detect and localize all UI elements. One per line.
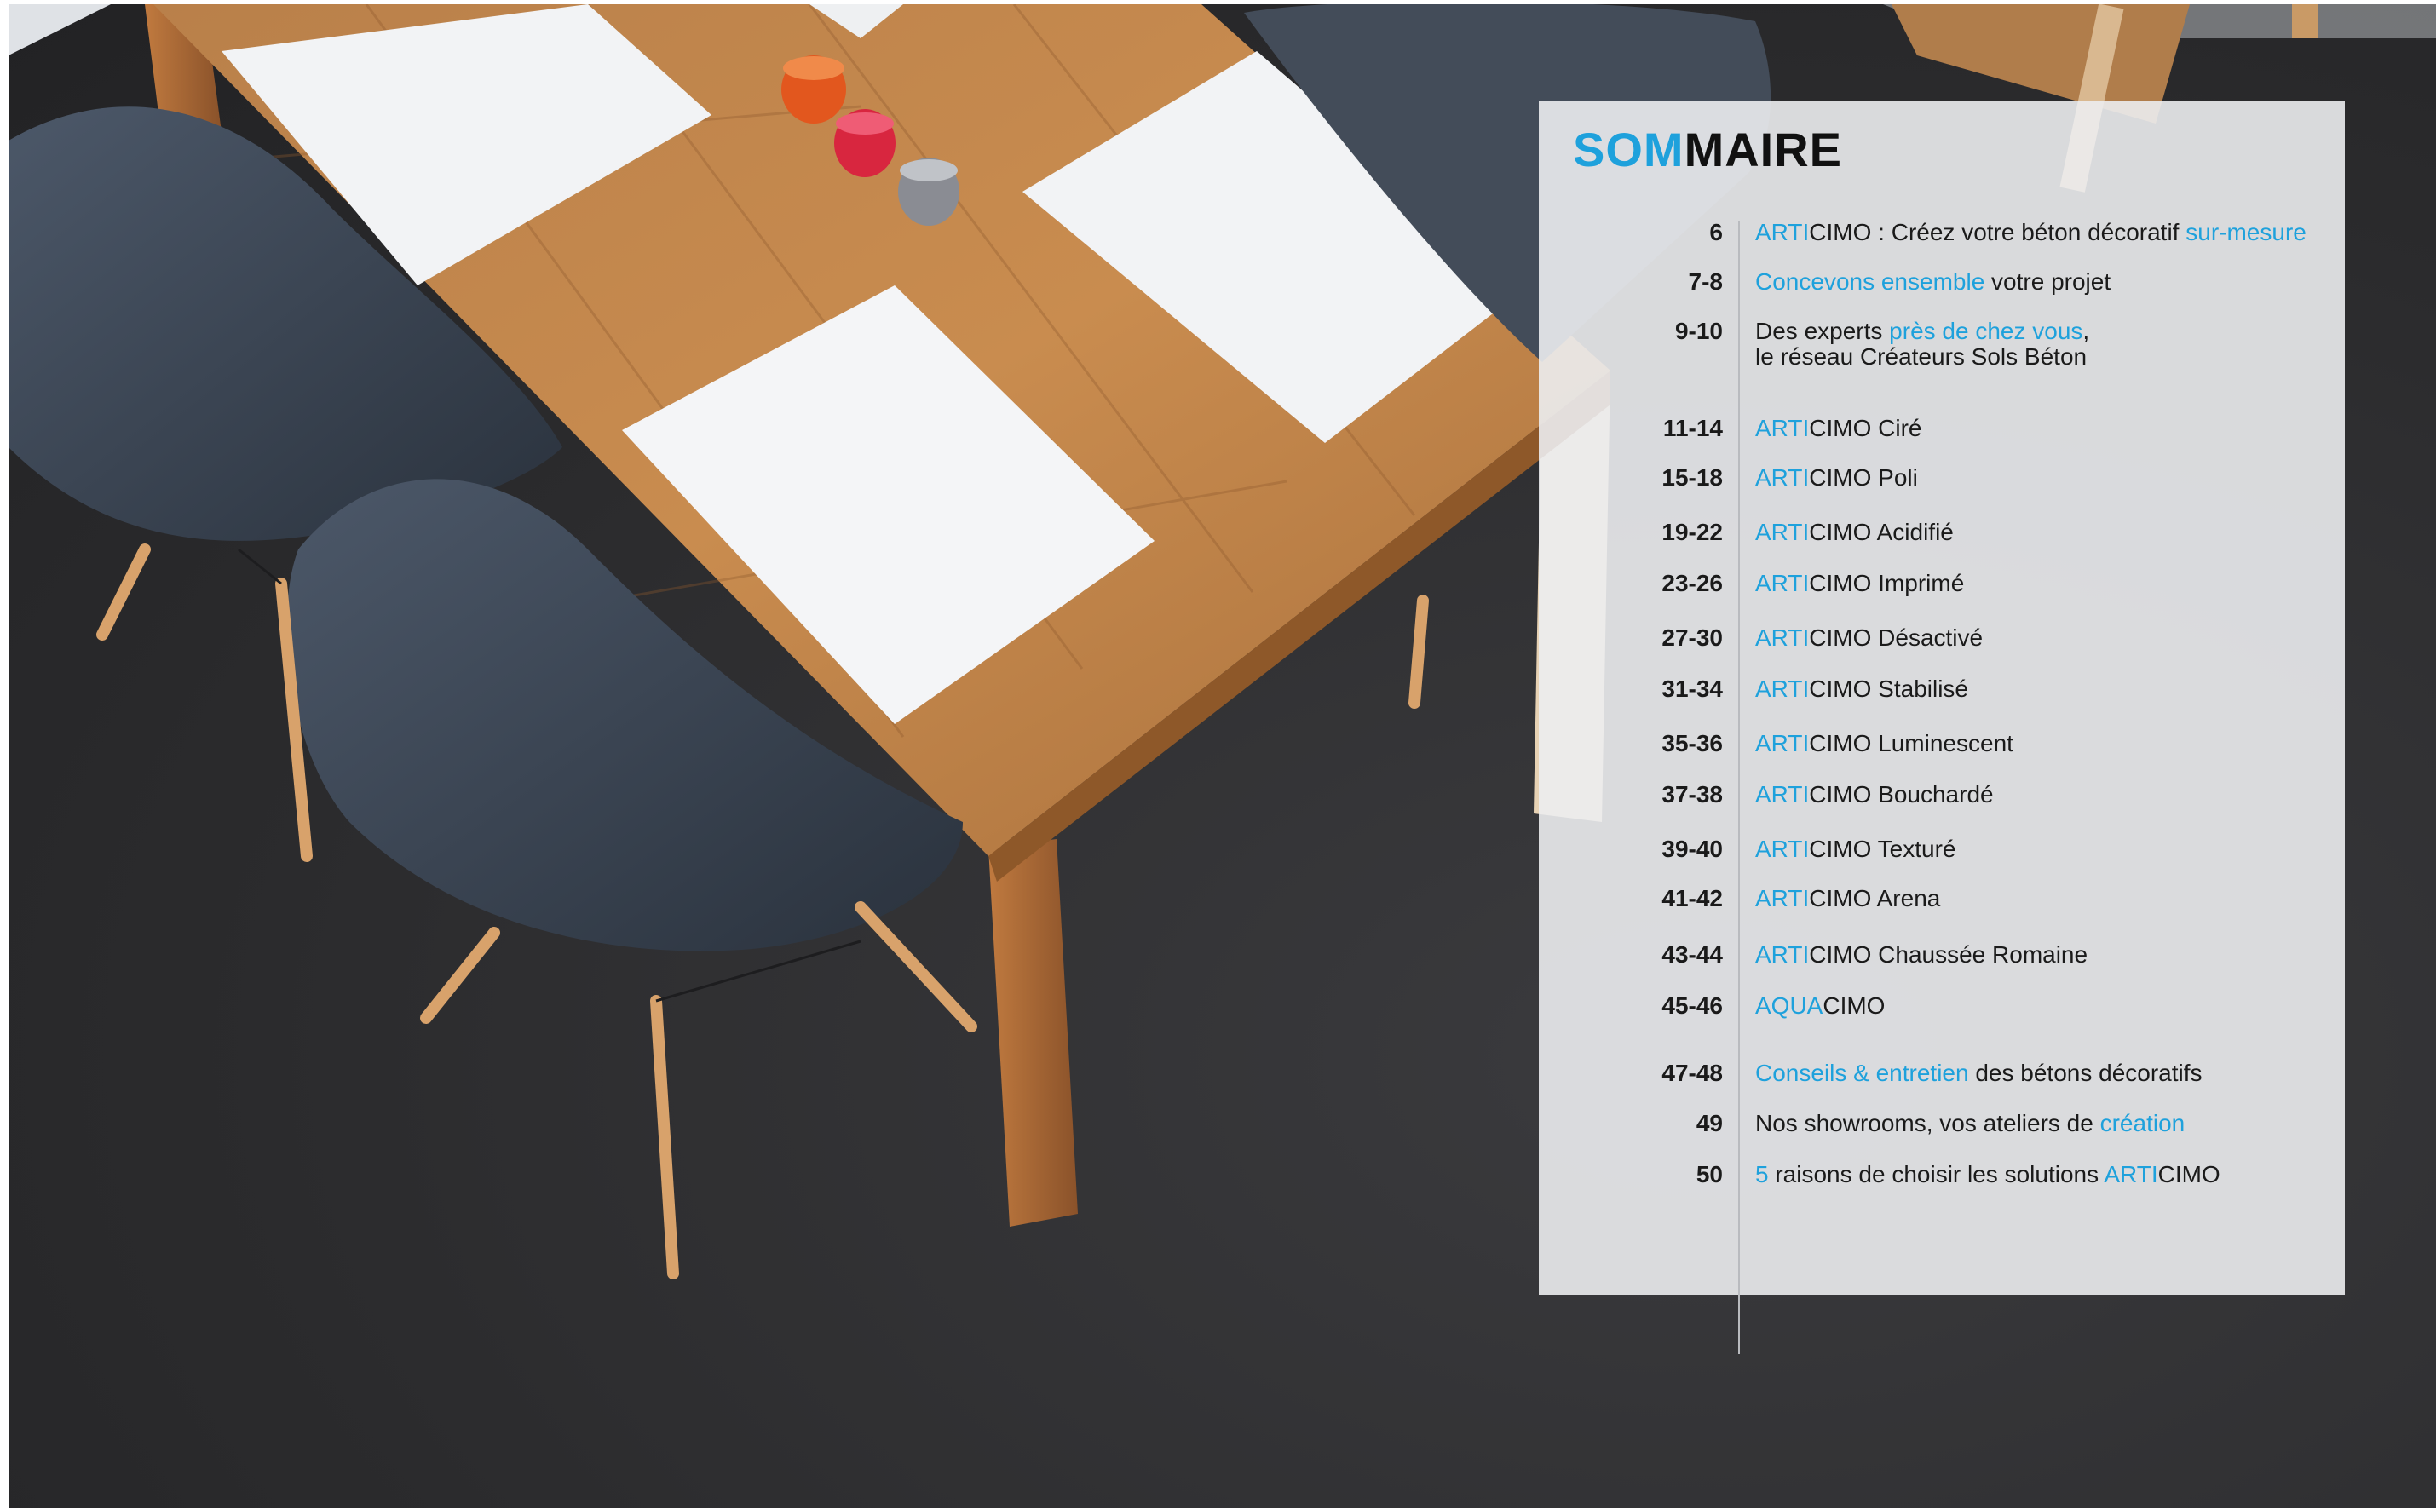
toc-text: CIMO Stabilisé xyxy=(1809,676,1968,702)
toc-text: , xyxy=(2082,318,2090,344)
toc-entry-title: ARTICIMO Bouchardé xyxy=(1755,782,2335,808)
toc-page-number: 19-22 xyxy=(1661,519,1723,545)
toc-accent-text: AQUA xyxy=(1755,992,1823,1019)
toc-text: CIMO Bouchardé xyxy=(1809,781,1994,808)
toc-page-number: 43-44 xyxy=(1661,941,1723,968)
toc-page-number: 37-38 xyxy=(1661,781,1723,808)
toc-accent-text: ARTI xyxy=(1755,415,1810,441)
toc-accent-text: ARTI xyxy=(1755,676,1810,702)
toc-entry-title: ARTICIMO : Créez votre béton décoratif s… xyxy=(1755,220,2335,245)
toc-text: Des experts xyxy=(1755,318,1890,344)
toc-text: CIMO Ciré xyxy=(1809,415,1922,441)
toc-text: votre projet xyxy=(1984,268,2111,295)
title-accent: SOM xyxy=(1573,123,1684,176)
toc-text: CIMO xyxy=(2157,1161,2220,1187)
toc-entry-title: ARTICIMO Acidifié xyxy=(1755,520,2335,545)
toc-accent-text: près de chez vous xyxy=(1889,318,2083,344)
toc-entry-title: ARTICIMO Chaussée Romaine xyxy=(1755,942,2335,968)
toc-accent-text: ARTI xyxy=(1755,519,1810,545)
toc-entry-title: ARTICIMO Imprimé xyxy=(1755,571,2335,596)
vertical-divider xyxy=(1738,221,1740,1354)
toc-text: CIMO Texturé xyxy=(1809,836,1956,862)
toc-text: CIMO Imprimé xyxy=(1809,570,1965,596)
toc-page-number: 39-40 xyxy=(1661,836,1723,862)
toc-text: Nos showrooms, vos ateliers de xyxy=(1755,1110,2100,1136)
toc-accent-text: ARTI xyxy=(1755,219,1810,245)
toc-entry-title: ARTICIMO Texturé xyxy=(1755,836,2335,862)
toc-accent-text: ARTI xyxy=(1755,941,1810,968)
toc-text: raisons de choisir les solutions xyxy=(1768,1161,2105,1187)
toc-accent-text: ARTI xyxy=(1755,781,1810,808)
brochure-page: SOMMAIRE 6 ARTICIMO : Créez votre béton d… xyxy=(0,0,2436,1512)
toc-entry-title: Conseils & entretien des bétons décorati… xyxy=(1755,1061,2335,1086)
toc-page-number: 50 xyxy=(1696,1161,1723,1187)
toc-page-number: 6 xyxy=(1709,219,1723,245)
toc-page-number: 45-46 xyxy=(1661,992,1723,1019)
toc-page-number: 9-10 xyxy=(1674,318,1723,344)
toc-accent-text: ARTI xyxy=(1755,624,1810,651)
toc-text: CIMO Désactivé xyxy=(1809,624,1984,651)
toc-accent-text: ARTI xyxy=(1755,836,1810,862)
toc-entry-title: ARTICIMO Arena xyxy=(1755,886,2335,911)
toc-text: CIMO Chaussée Romaine xyxy=(1809,941,2088,968)
sommaire-panel: SOMMAIRE 6 ARTICIMO : Créez votre béton d… xyxy=(1539,101,2345,1354)
toc-text: CIMO : Créez votre béton décoratif xyxy=(1809,219,2186,245)
toc-accent-text: Concevons ensemble xyxy=(1755,268,1985,295)
toc-page-number: 7-8 xyxy=(1688,268,1723,295)
title-rest: MAIRE xyxy=(1684,123,1843,176)
toc-entry-title: 5 raisons de choisir les solutions ARTIC… xyxy=(1755,1162,2335,1187)
toc-entry-title: ARTICIMO Désactivé xyxy=(1755,625,2335,651)
toc-text: CIMO Poli xyxy=(1809,464,1918,491)
toc-text-line2: le réseau Créateurs Sols Béton xyxy=(1755,343,2088,370)
toc-page-number: 27-30 xyxy=(1661,624,1723,651)
toc-page-number: 41-42 xyxy=(1661,885,1723,911)
toc-entry-title: Concevons ensemble votre projet xyxy=(1755,269,2335,295)
toc-page-number: 31-34 xyxy=(1661,676,1723,702)
toc-accent-text: ARTI xyxy=(2104,1161,2158,1187)
toc-entry-title: AQUACIMO xyxy=(1755,993,2335,1019)
toc-entry-title: ARTICIMO Stabilisé xyxy=(1755,676,2335,702)
toc-text: des bétons décoratifs xyxy=(1968,1060,2203,1086)
toc-text: CIMO Acidifié xyxy=(1809,519,1954,545)
toc-page-number: 35-36 xyxy=(1661,730,1723,756)
toc-accent-text: ARTI xyxy=(1755,885,1810,911)
toc-accent-text: ARTI xyxy=(1755,464,1810,491)
toc-accent-text: 5 xyxy=(1755,1161,1769,1187)
toc-entry-title: ARTICIMO Ciré xyxy=(1755,416,2335,441)
toc-text: CIMO Luminescent xyxy=(1809,730,2013,756)
toc-page-number: 11-14 xyxy=(1662,415,1723,441)
toc-page-number: 23-26 xyxy=(1661,570,1723,596)
toc-accent-text: ARTI xyxy=(1755,570,1810,596)
toc-page-number: 49 xyxy=(1696,1110,1723,1136)
toc-entry-title: ARTICIMO Poli xyxy=(1755,465,2335,491)
toc-accent-text: création xyxy=(2099,1110,2185,1136)
toc-text: CIMO Arena xyxy=(1809,885,1941,911)
toc-page-number: 15-18 xyxy=(1661,464,1723,491)
toc-accent-text: ARTI xyxy=(1755,730,1810,756)
toc-entry-title: Nos showrooms, vos ateliers de création xyxy=(1755,1111,2335,1136)
sommaire-title: SOMMAIRE xyxy=(1573,126,1842,174)
toc-page-number: 47-48 xyxy=(1661,1060,1723,1086)
toc-text: CIMO xyxy=(1823,992,1886,1019)
toc-accent-text: Conseils & entretien xyxy=(1755,1060,1969,1086)
toc-entry-title: Des experts près de chez vous, le réseau … xyxy=(1755,319,2335,370)
toc-entry-title: ARTICIMO Luminescent xyxy=(1755,731,2335,756)
toc-accent-text: sur-mesure xyxy=(2185,219,2306,245)
